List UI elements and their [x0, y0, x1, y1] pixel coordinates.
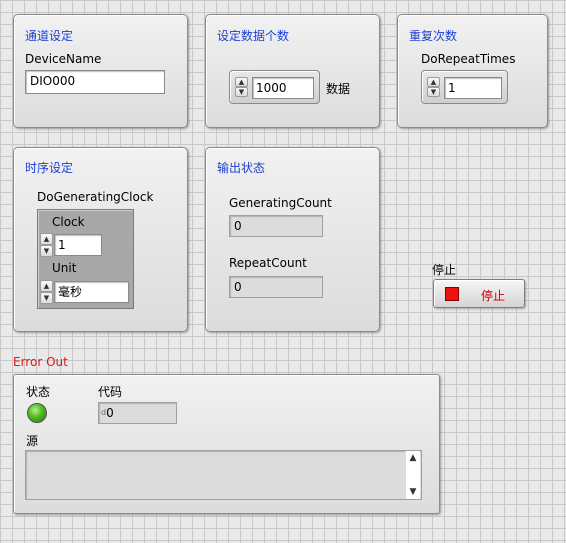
- repeat-times-field[interactable]: 1: [444, 77, 502, 99]
- decrement-icon[interactable]: ▼: [40, 292, 53, 304]
- generating-clock-label: DoGeneratingClock: [37, 190, 154, 204]
- stop-button-label: 停止: [481, 289, 506, 303]
- repeat-count-indicator: 0: [229, 276, 323, 298]
- device-name-label: DeviceName: [25, 52, 102, 66]
- stop-icon: [445, 287, 459, 301]
- channel-settings-title: 通道设定: [25, 29, 74, 43]
- increment-icon[interactable]: ▲: [40, 280, 53, 292]
- stop-button[interactable]: 停止: [433, 279, 525, 308]
- error-code-indicator: d0: [98, 402, 177, 424]
- error-source-label: 源: [26, 434, 39, 448]
- error-code-value: 0: [106, 406, 114, 420]
- decrement-icon[interactable]: ▼: [235, 87, 248, 97]
- stop-label: 停止: [432, 263, 457, 277]
- device-name-field[interactable]: DIO000: [25, 70, 165, 94]
- generating-count-indicator: 0: [229, 215, 323, 237]
- clock-spinner[interactable]: ▲ ▼: [40, 233, 53, 257]
- scroll-down-icon[interactable]: ▼: [406, 487, 420, 497]
- data-count-unit: 数据: [326, 82, 351, 96]
- data-count-field[interactable]: 1000: [252, 77, 314, 99]
- data-count-spinner[interactable]: ▲ ▼: [235, 77, 248, 97]
- error-source-scrollbar[interactable]: ▲ ▼: [405, 451, 420, 499]
- repeat-title: 重复次数: [409, 29, 458, 43]
- generating-count-label: GeneratingCount: [229, 196, 332, 210]
- error-status-led[interactable]: [27, 403, 47, 423]
- repeat-times-label: DoRepeatTimes: [421, 52, 516, 66]
- increment-icon[interactable]: ▲: [427, 77, 440, 87]
- unit-label: Unit: [52, 261, 77, 275]
- increment-icon[interactable]: ▲: [235, 77, 248, 87]
- unit-field[interactable]: 毫秒: [54, 281, 129, 303]
- repeat-count-label: RepeatCount: [229, 256, 307, 270]
- error-source-indicator: [25, 450, 422, 500]
- decrement-icon[interactable]: ▼: [427, 87, 440, 97]
- clock-field[interactable]: 1: [54, 234, 102, 256]
- timing-title: 时序设定: [25, 161, 74, 175]
- unit-spinner[interactable]: ▲ ▼: [40, 280, 53, 304]
- decrement-icon[interactable]: ▼: [40, 245, 53, 257]
- error-status-label: 状态: [26, 385, 51, 399]
- clock-label: Clock: [52, 215, 85, 229]
- output-status-title: 输出状态: [217, 161, 266, 175]
- error-out-label: Error Out: [13, 355, 68, 369]
- error-code-label: 代码: [98, 385, 123, 399]
- data-count-title: 设定数据个数: [217, 29, 290, 43]
- scroll-up-icon[interactable]: ▲: [406, 453, 420, 463]
- increment-icon[interactable]: ▲: [40, 233, 53, 245]
- repeat-times-spinner[interactable]: ▲ ▼: [427, 77, 440, 97]
